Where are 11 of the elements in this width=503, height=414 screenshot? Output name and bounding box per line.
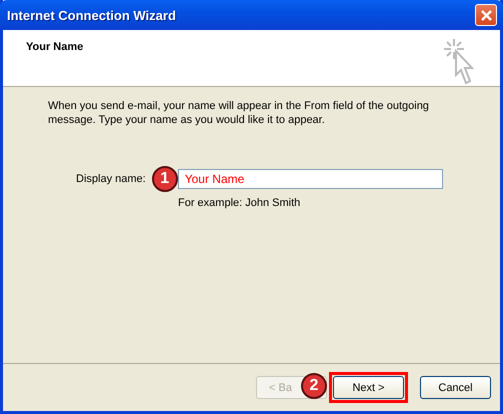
display-name-field[interactable]: Your Name (178, 169, 443, 189)
wizard-button[interactable]: Cancel (420, 376, 491, 399)
page-title: Your Name (26, 41, 84, 54)
step-badge: 1 (152, 166, 178, 192)
window-title: Internet Connection Wizard (7, 8, 176, 22)
close-icon (480, 8, 492, 22)
example-text: For example: John Smith (178, 197, 302, 209)
close-button[interactable] (475, 4, 497, 26)
wizard-button[interactable]: Next > (333, 376, 404, 399)
instruction-text: When you send e-mail, your name will appear in the From field of the outgoing message. Type your name as you would like it to appear. (48, 99, 430, 127)
field-label: Display name: (76, 173, 146, 185)
